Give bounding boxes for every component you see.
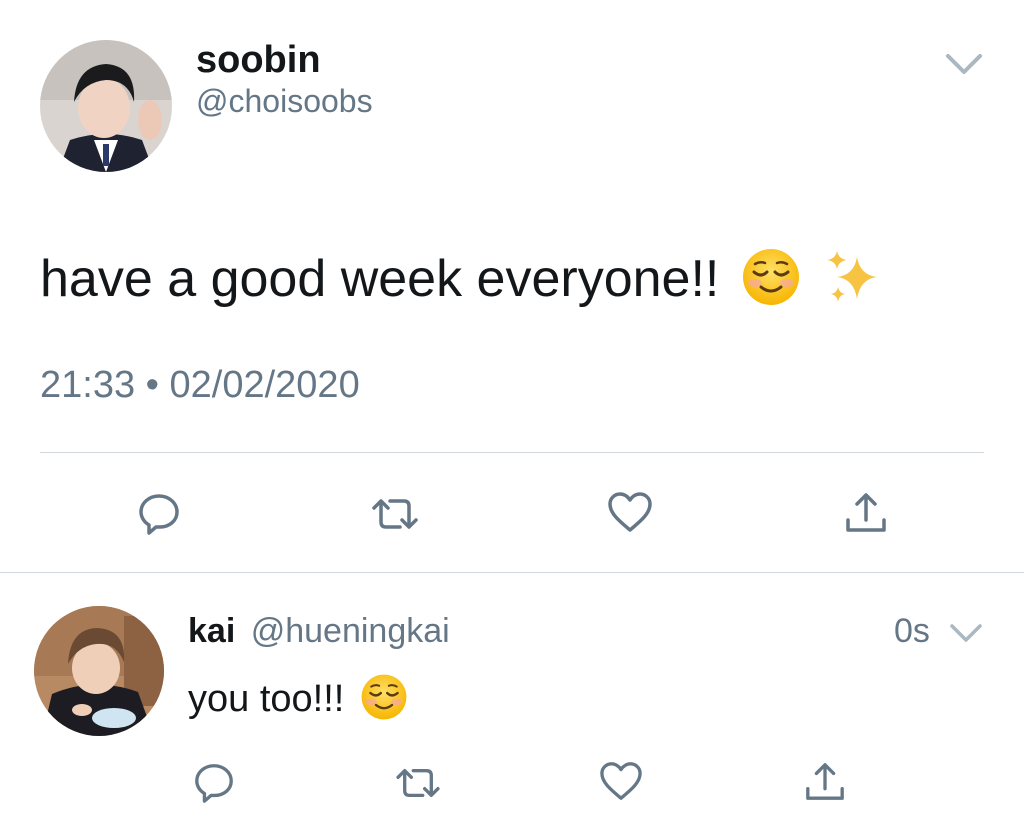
reply-handle[interactable]: @hueningkai (251, 612, 450, 650)
sparkles-icon (823, 247, 883, 312)
chevron-down-icon[interactable] (944, 52, 984, 76)
like-icon[interactable] (598, 760, 644, 802)
handle[interactable]: @choisoobs (196, 82, 373, 120)
reply-display-name[interactable]: kai (188, 612, 235, 650)
smiling-face-icon (360, 673, 408, 726)
tweet-text: have a good week everyone!! (40, 250, 720, 308)
avatar-soobin[interactable] (40, 40, 172, 172)
reply-text: you too!!! (188, 678, 345, 720)
avatar-kai[interactable] (34, 606, 164, 736)
section-divider (0, 572, 1024, 573)
divider (40, 452, 984, 453)
like-icon[interactable] (606, 490, 654, 534)
reply-icon[interactable] (136, 490, 182, 536)
reply-header: kai @hueningkai (188, 610, 450, 652)
reply-time: 0s (894, 612, 930, 650)
avatar-image (34, 606, 164, 736)
reply-text-row: you too!!! (188, 672, 408, 726)
smiling-face-icon (741, 247, 801, 312)
chevron-down-icon[interactable] (948, 622, 984, 644)
timestamp[interactable]: 21:33 • 02/02/2020 (40, 362, 360, 408)
retweet-icon[interactable] (394, 764, 442, 802)
share-icon[interactable] (844, 490, 888, 536)
reply-icon[interactable] (192, 760, 236, 804)
share-icon[interactable] (804, 760, 846, 804)
avatar-image (40, 40, 172, 172)
tweet-text-row: have a good week everyone!! (40, 244, 883, 314)
display-name[interactable]: soobin (196, 38, 321, 82)
retweet-icon[interactable] (370, 494, 420, 534)
